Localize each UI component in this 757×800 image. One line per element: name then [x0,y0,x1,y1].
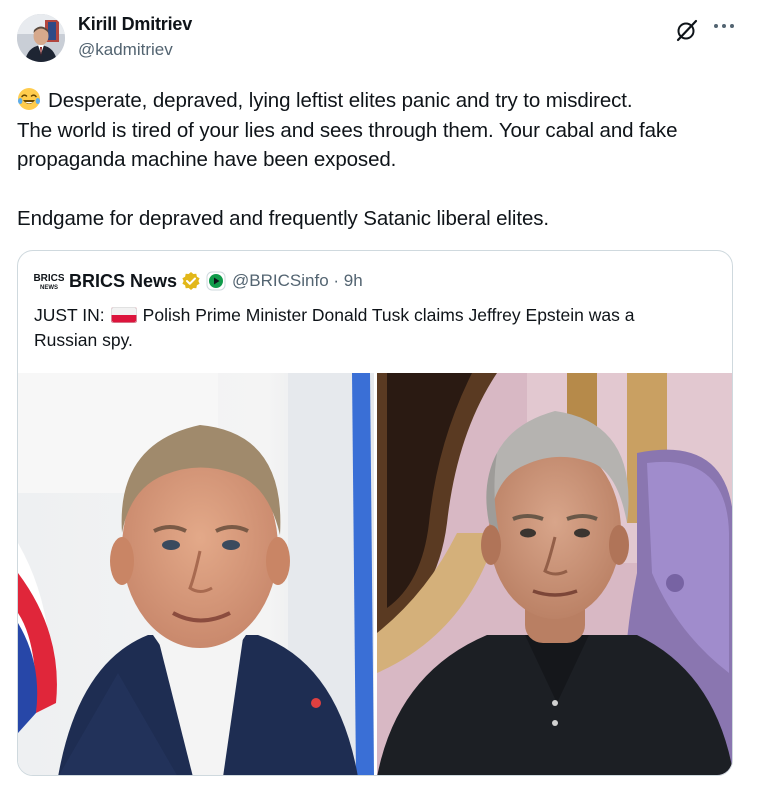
author-avatar[interactable] [17,14,65,62]
quoted-post-card[interactable]: BRICS NEWS BRICS News @BRICSinfo · 9h JU… [17,250,733,776]
poland-flag-icon [110,305,137,323]
brics-news-logo[interactable]: BRICS NEWS [33,270,64,292]
post-text-line-2: The world is tired of your lies and sees… [17,118,678,142]
quoted-handle-time[interactable]: @BRICSinfo · 9h [232,271,363,291]
grok-slash-icon[interactable] [675,18,699,42]
laughing-crying-face-emoji-icon [17,87,41,111]
photo-donald-tusk[interactable] [18,373,374,775]
affiliate-badge-icon[interactable] [206,271,226,291]
quoted-author-name[interactable]: BRICS News [69,271,177,292]
quoted-text-line-1-content: Polish Prime Minister Donald Tusk claims… [142,305,635,325]
more-options-icon[interactable] [710,16,738,36]
brics-logo-subtext: NEWS [40,285,58,291]
avatar-image [17,14,65,62]
author-name[interactable]: Kirill Dmitriev [78,14,192,35]
post-text: Desperate, depraved, lying leftist elite… [17,86,745,234]
quoted-text-line-1: JUST IN: Polish Prime Minister Donald Tu… [34,303,714,328]
gold-verified-badge-icon[interactable] [181,271,201,291]
quoted-post-header: BRICS NEWS BRICS News @BRICSinfo · 9h [33,269,363,293]
quoted-text-prefix: JUST IN: [34,305,105,325]
photo-jeffrey-epstein[interactable] [377,373,732,775]
author-handle[interactable]: @kadmitriev [78,40,173,60]
photo-donald-tusk-image [18,373,374,775]
post-text-line-3: propaganda machine have been exposed. [17,148,397,171]
post-text-line-4: Endgame for depraved and frequently Sata… [17,207,549,230]
post-text-line-1-content: Desperate, depraved, lying leftist elite… [48,89,633,112]
quoted-text-line-2: Russian spy. [34,330,133,350]
quoted-post-text: JUST IN: Polish Prime Minister Donald Tu… [34,303,714,353]
post-text-paragraph-gap [17,175,745,205]
brics-logo-text: BRICS [34,273,64,284]
post-text-line-1: Desperate, depraved, lying leftist elite… [17,86,745,116]
photo-jeffrey-epstein-image [377,373,732,775]
